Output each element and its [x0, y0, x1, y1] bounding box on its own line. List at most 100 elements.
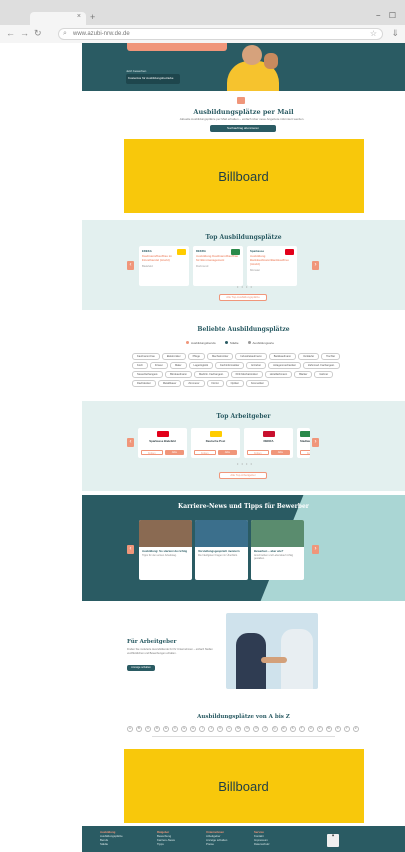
employer-card[interactable]: DEKRA Folgen Jobs — [244, 428, 293, 458]
footer-link[interactable]: Preise — [206, 842, 227, 846]
follow-button[interactable]: Folgen — [141, 450, 163, 455]
letter-link[interactable]: M — [235, 726, 242, 732]
footer-link[interactable]: Städte — [100, 842, 123, 846]
download-icon[interactable]: ⇓ — [391, 28, 399, 39]
news-card-title[interactable]: Vorstellungsgespräch meistern — [195, 547, 248, 554]
popular-chip[interactable]: Fachinformatiker — [215, 362, 245, 369]
popular-chip[interactable]: Hotelfachmann — [264, 371, 293, 378]
popular-chip[interactable]: Maler — [170, 362, 187, 369]
popular-chip[interactable]: KFZ-Mechatroniker — [230, 371, 263, 378]
window-controls[interactable]: − ☐ — [376, 11, 399, 20]
popular-chip[interactable]: Zimmerer — [183, 380, 205, 387]
news-card[interactable]: Vorstellungsgespräch meistern Die häufigs… — [195, 520, 248, 580]
jobs-button[interactable]: Jobs — [270, 450, 290, 455]
popular-chip[interactable]: Zahnmed. Fachangest. — [303, 362, 340, 369]
letter-link[interactable]: Q — [271, 726, 278, 732]
letter-link[interactable]: X — [334, 726, 341, 732]
billboard-ad[interactable]: Billboard — [123, 139, 364, 213]
billboard-ad-bottom[interactable]: Billboard — [123, 749, 364, 823]
jobs-button[interactable]: Jobs — [217, 450, 237, 455]
letter-link[interactable]: U — [307, 726, 314, 732]
popular-tab[interactable]: Ausbildungsberufe — [186, 341, 216, 345]
back-icon[interactable]: ← — [6, 28, 15, 38]
popular-chip[interactable]: Erzieher — [246, 362, 267, 369]
letter-link[interactable]: G — [181, 726, 188, 732]
popular-chip[interactable]: Tischler — [321, 353, 341, 360]
letter-link[interactable]: O — [253, 726, 260, 732]
letter-link[interactable]: I — [199, 726, 206, 732]
news-card-title[interactable]: Bewerben – aber wie? — [251, 547, 304, 554]
letter-link[interactable]: A — [127, 726, 133, 732]
popular-chip[interactable]: Friseur — [149, 362, 168, 369]
bookmark-star-icon[interactable]: ☆ — [370, 29, 377, 39]
popular-chip[interactable]: Optiker — [225, 380, 244, 387]
popular-chip[interactable]: Anlagenmechaniker — [268, 362, 301, 369]
new-tab-icon[interactable]: + — [90, 12, 95, 22]
footer-link[interactable]: Datenschutz — [254, 842, 270, 846]
news-next-button[interactable]: › — [312, 545, 319, 554]
news-card[interactable]: Ausbildung: So startest du richtig Tipps … — [139, 520, 192, 580]
letter-link[interactable]: V — [316, 726, 323, 732]
letter-link[interactable]: R — [280, 726, 287, 732]
popular-chip[interactable]: Bäcker — [294, 371, 313, 378]
news-card-title[interactable]: Ausbildung: So startest du richtig — [139, 547, 192, 554]
popular-chip[interactable]: Pflege — [187, 353, 205, 360]
follow-button[interactable]: Folgen — [194, 450, 216, 455]
top-jobs-pager[interactable]: • • • • — [237, 284, 253, 289]
letter-link[interactable]: Y — [343, 726, 350, 732]
letter-link[interactable]: W — [325, 726, 332, 732]
popular-chip[interactable]: Industriekaufmann — [235, 353, 267, 360]
letter-link[interactable]: F — [172, 726, 179, 732]
top-jobs-prev-button[interactable]: ‹ — [127, 261, 134, 270]
popular-chip[interactable]: Mechatroniker — [206, 353, 234, 360]
job-card[interactable]: Sparkasse Ausbildung Bankkaufmann/Bankkau… — [247, 246, 297, 286]
job-title[interactable]: Kaufmann/Kauffrau im Einzelhandel (m/w/d… — [142, 254, 186, 262]
place-ad-button[interactable]: Anzeige schalten — [127, 665, 155, 671]
footer-link[interactable]: Tipps — [157, 842, 175, 846]
news-card[interactable]: Bewerben – aber wie? Anschreiben und Lebe… — [251, 520, 304, 580]
employer-card[interactable]: Deutsche Post Folgen Jobs — [191, 428, 240, 458]
popular-chip[interactable]: Bankkaufmann — [268, 353, 297, 360]
letter-link[interactable]: Z — [352, 726, 359, 732]
top-employers-pager[interactable]: • • • • — [237, 461, 253, 466]
job-title[interactable]: Ausbildung Kaufmann/Kauffrau für Büroman… — [196, 254, 240, 262]
address-bar[interactable]: ⌕ www.azubi-nrw.de.de ☆ — [58, 28, 383, 40]
news-prev-button[interactable]: ‹ — [127, 545, 134, 554]
follow-button[interactable]: Folgen — [300, 450, 310, 455]
popular-chip[interactable]: Steuerfachangest. — [132, 371, 164, 378]
all-employers-button[interactable]: Alle Top-Arbeitgeber — [219, 472, 267, 479]
letter-link[interactable]: E — [163, 726, 170, 732]
letter-link[interactable]: L — [226, 726, 233, 732]
popular-tab[interactable]: Städte — [224, 341, 239, 345]
job-card[interactable]: DEKRA Ausbildung Kaufmann/Kauffrau für Bü… — [193, 246, 243, 286]
letter-link[interactable]: T — [298, 726, 305, 732]
job-card[interactable]: EDEKA Kaufmann/Kauffrau im Einzelhandel (… — [139, 246, 189, 286]
letter-link[interactable]: P — [262, 726, 269, 732]
letter-link[interactable]: S — [289, 726, 296, 732]
top-jobs-next-button[interactable]: › — [312, 261, 319, 270]
popular-chip[interactable]: Kaufmann/-frau — [132, 353, 160, 360]
popular-chip[interactable]: Gärtner — [314, 371, 334, 378]
employer-card[interactable]: Stadtwerke FolgenJobs — [297, 428, 310, 458]
subscribe-button[interactable]: Suchauftrag abonnieren — [210, 125, 276, 132]
browser-tab[interactable]: × — [30, 12, 86, 25]
popular-chip[interactable]: Verkäufer — [298, 353, 320, 360]
employer-card[interactable]: Sparkasse Bielefeld Folgen Jobs — [138, 428, 187, 458]
letter-link[interactable]: N — [244, 726, 251, 732]
popular-chip[interactable]: Lagerlogistik — [188, 362, 214, 369]
follow-button[interactable]: Folgen — [247, 450, 269, 455]
letter-link[interactable]: H — [190, 726, 197, 732]
reload-icon[interactable]: ↻ — [34, 28, 42, 39]
letter-link[interactable]: K — [217, 726, 224, 732]
letter-link[interactable]: J — [208, 726, 215, 732]
top-employers-next-button[interactable]: › — [312, 438, 319, 447]
hero-info-card[interactable]: Kostenlos für Ausbildungsbetriebe — [126, 74, 180, 84]
top-employers-prev-button[interactable]: ‹ — [127, 438, 134, 447]
job-title[interactable]: Ausbildung Bankkaufmann/Bankkauffrau (m/… — [250, 254, 294, 266]
close-tab-icon[interactable]: × — [77, 13, 81, 20]
hero-cta-button[interactable] — [127, 43, 227, 51]
forward-icon[interactable]: → — [20, 28, 29, 38]
jobs-button[interactable]: Jobs — [164, 450, 184, 455]
letter-link[interactable]: D — [154, 726, 161, 732]
letter-link[interactable]: C — [145, 726, 152, 732]
